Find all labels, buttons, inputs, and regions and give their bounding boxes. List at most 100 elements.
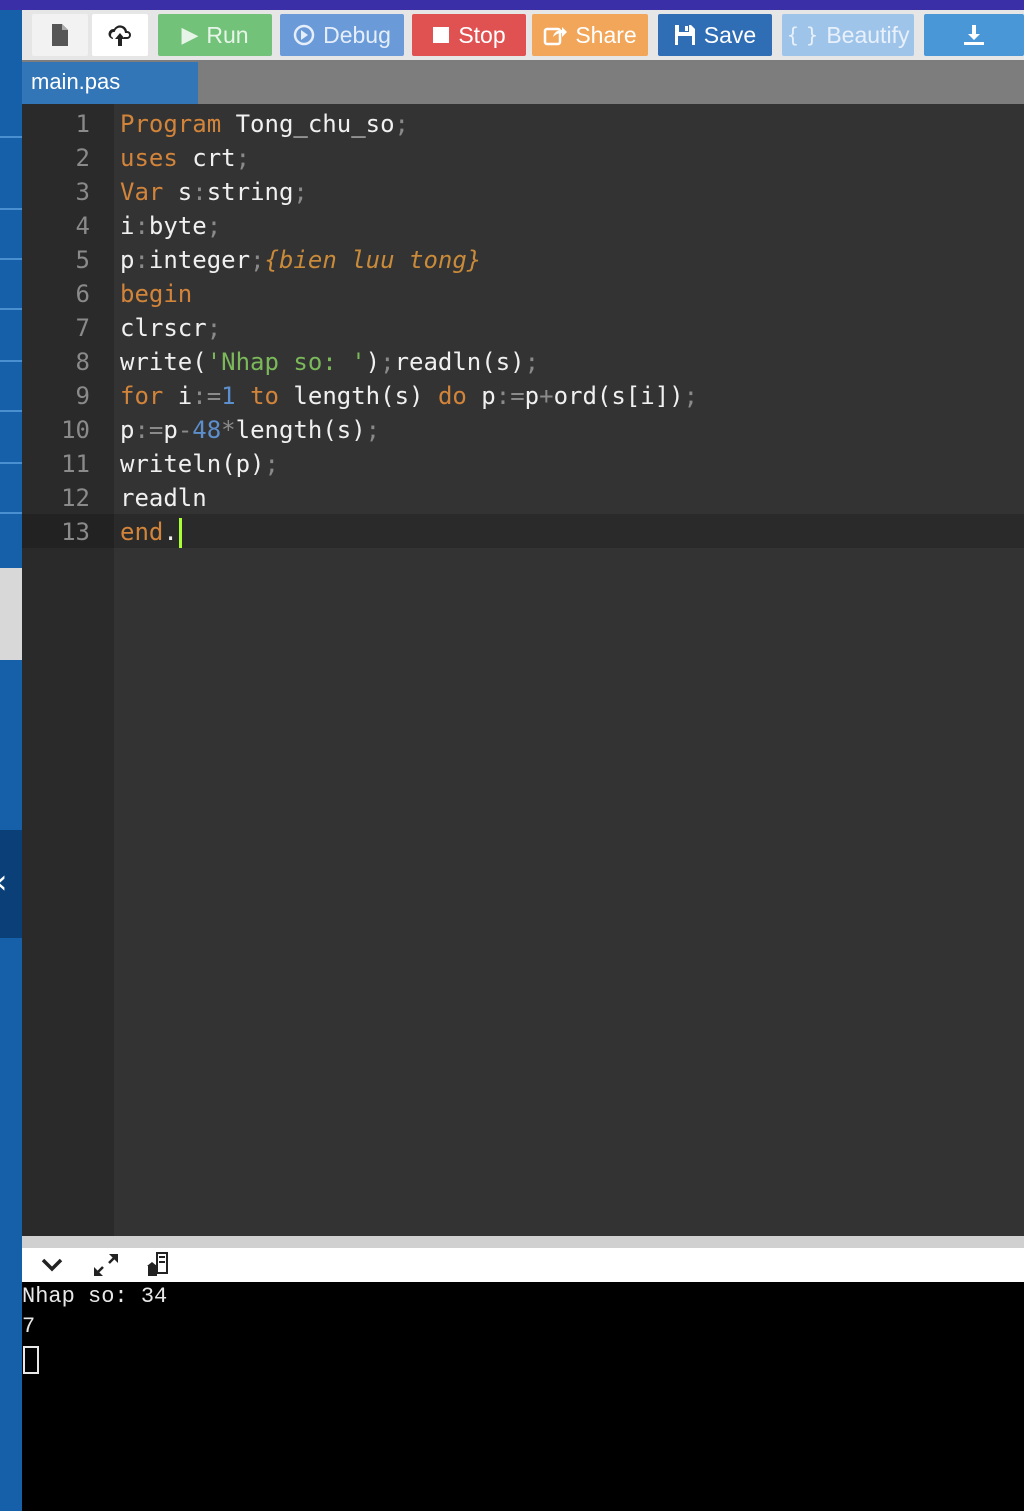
code-token: Program bbox=[120, 110, 222, 138]
chevron-down-icon[interactable] bbox=[38, 1252, 66, 1278]
sidebar-divider bbox=[0, 308, 22, 310]
code-token: + bbox=[539, 382, 554, 410]
debug-icon bbox=[293, 24, 315, 46]
code-text: for i:=1 to length(s) do p:=p+ord(s[i]); bbox=[120, 379, 698, 413]
sidebar-divider bbox=[0, 208, 22, 210]
code-line[interactable]: 2 uses crt; bbox=[22, 141, 1024, 175]
braces-icon: { } bbox=[786, 23, 819, 47]
code-token: := bbox=[192, 382, 222, 410]
beautify-button[interactable]: { } Beautify bbox=[782, 14, 914, 56]
code-text: uses crt; bbox=[120, 141, 250, 175]
code-token: byte bbox=[148, 212, 207, 240]
panel-splitter[interactable] bbox=[22, 1236, 1024, 1248]
line-number: 10 bbox=[61, 416, 90, 444]
code-line[interactable]: 8 write('Nhap so: ');readln(s); bbox=[22, 345, 1024, 379]
code-token: p bbox=[163, 416, 178, 444]
chevron-left-icon[interactable]: ‹ bbox=[0, 862, 8, 902]
code-token: ; bbox=[365, 416, 381, 444]
share-button[interactable]: Share bbox=[532, 14, 648, 56]
editor-toolbar: ▶ Run Debug Stop Share Save { } Beautify bbox=[22, 10, 1024, 60]
stop-button[interactable]: Stop bbox=[412, 14, 526, 56]
sidebar-divider bbox=[0, 410, 22, 412]
code-token: begin bbox=[120, 280, 193, 308]
sidebar-divider bbox=[0, 136, 22, 138]
code-token: end bbox=[120, 518, 164, 546]
run-label: Run bbox=[206, 21, 249, 48]
code-line[interactable]: 10 p:=p-48*length(s); bbox=[22, 413, 1024, 447]
code-line[interactable]: 7 clrscr; bbox=[22, 311, 1024, 345]
code-token: := bbox=[495, 382, 525, 410]
code-text: writeln(p); bbox=[120, 447, 279, 481]
run-button[interactable]: ▶ Run bbox=[158, 14, 272, 56]
code-token: readln(s) bbox=[394, 348, 525, 376]
code-token: p bbox=[524, 382, 540, 410]
code-token: 'Nhap so: ' bbox=[206, 348, 366, 376]
code-token: to bbox=[250, 382, 279, 410]
share-label: Share bbox=[575, 21, 637, 48]
code-token: uses bbox=[120, 144, 178, 172]
line-number: 13 bbox=[61, 518, 90, 546]
code-text: clrscr; bbox=[120, 311, 221, 345]
code-token: * bbox=[221, 416, 236, 444]
code-token: p bbox=[120, 416, 135, 444]
text-cursor bbox=[178, 518, 182, 548]
code-token: i bbox=[120, 212, 135, 240]
code-token: ) bbox=[365, 348, 381, 376]
line-number: 1 bbox=[75, 110, 90, 138]
sidebar-divider bbox=[0, 462, 22, 464]
beautify-label: Beautify bbox=[826, 21, 910, 48]
line-number: 11 bbox=[61, 450, 90, 478]
share-icon bbox=[543, 24, 568, 46]
upload-button[interactable] bbox=[92, 14, 148, 56]
code-token: : bbox=[134, 212, 149, 240]
code-token: Var bbox=[120, 178, 164, 206]
code-line[interactable]: 11 writeln(p); bbox=[22, 447, 1024, 481]
code-token: writeln(p) bbox=[120, 450, 265, 478]
save-button[interactable]: Save bbox=[658, 14, 772, 56]
stop-label: Stop bbox=[458, 21, 506, 48]
line-number: 7 bbox=[75, 314, 90, 342]
save-label: Save bbox=[703, 21, 757, 48]
code-token: s bbox=[163, 178, 193, 206]
sidebar-divider bbox=[0, 512, 22, 514]
code-token: length(s) bbox=[278, 382, 438, 410]
code-token: integer bbox=[148, 246, 251, 274]
code-lines[interactable]: 1 Program Tong_chu_so; 2 uses crt; 3 Var s:st… bbox=[22, 107, 1024, 549]
code-editor[interactable]: 1 Program Tong_chu_so; 2 uses crt; 3 Var s:st… bbox=[22, 104, 1024, 1236]
line-number: 2 bbox=[75, 144, 90, 172]
debug-button[interactable]: Debug bbox=[280, 14, 404, 56]
sidebar-panel-light bbox=[0, 568, 22, 660]
code-line[interactable]: 12 readln bbox=[22, 481, 1024, 515]
code-line[interactable]: 1 Program Tong_chu_so; bbox=[22, 107, 1024, 141]
code-token: ; bbox=[206, 314, 222, 342]
code-line[interactable]: 9 for i:=1 to length(s) do p:=p+ord(s[i])… bbox=[22, 379, 1024, 413]
stop-icon bbox=[432, 26, 450, 44]
code-token: ; bbox=[683, 382, 699, 410]
download-button[interactable] bbox=[924, 14, 1024, 56]
code-line[interactable]: 4 i:byte; bbox=[22, 209, 1024, 243]
new-file-button[interactable] bbox=[32, 14, 88, 56]
console-output[interactable]: Nhap so: 34 7 bbox=[22, 1282, 1024, 1511]
console-input-line[interactable] bbox=[22, 1342, 1024, 1384]
code-token: Tong_chu_so bbox=[221, 110, 395, 138]
code-text: Var s:string; bbox=[120, 175, 308, 209]
line-number: 5 bbox=[75, 246, 90, 274]
file-icon bbox=[50, 23, 70, 47]
clear-console-icon[interactable] bbox=[144, 1252, 172, 1278]
code-line[interactable]: 13 end. bbox=[22, 515, 1024, 549]
download-icon bbox=[962, 23, 986, 47]
code-token: : bbox=[134, 246, 149, 274]
line-number: 4 bbox=[75, 212, 90, 240]
code-line[interactable]: 3 Var s:string; bbox=[22, 175, 1024, 209]
code-token: crt bbox=[177, 144, 236, 172]
code-token: i bbox=[163, 382, 193, 410]
code-text: Program Tong_chu_so; bbox=[120, 107, 409, 141]
tab-main-pas[interactable]: main.pas bbox=[22, 62, 198, 104]
code-text: p:integer;{bien luu tong} bbox=[120, 243, 481, 277]
code-line[interactable]: 5 p:integer;{bien luu tong} bbox=[22, 243, 1024, 277]
code-line[interactable]: 6 begin bbox=[22, 277, 1024, 311]
expand-icon[interactable] bbox=[90, 1252, 122, 1278]
console-cursor bbox=[23, 1346, 39, 1374]
sidebar-divider bbox=[0, 258, 22, 260]
file-tab-bar: main.pas bbox=[22, 60, 1024, 104]
